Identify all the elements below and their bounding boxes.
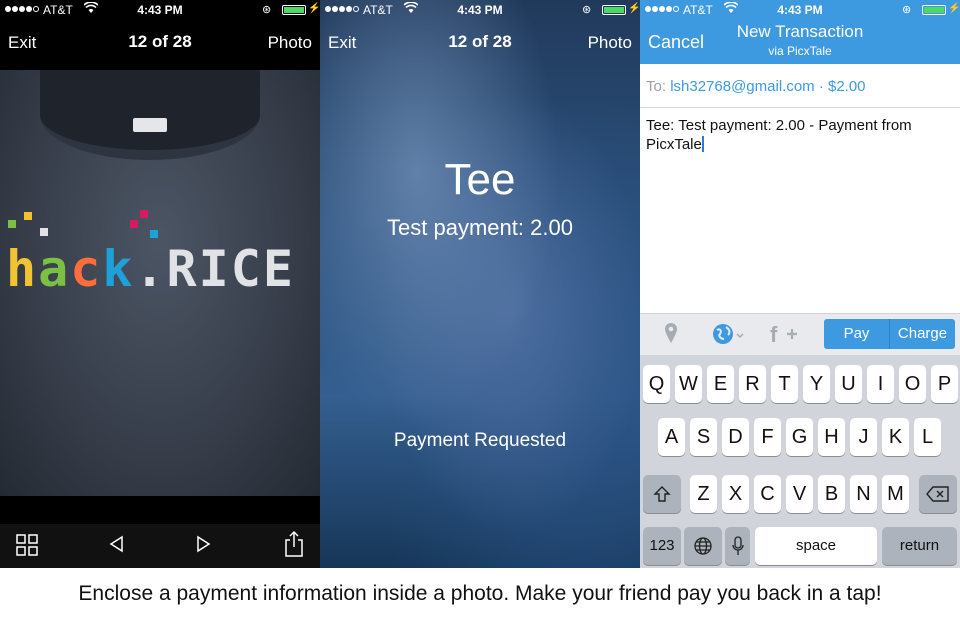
share-icon[interactable] (284, 530, 304, 564)
key-i[interactable]: I (867, 365, 894, 403)
screen-subtitle: via PicxTale (768, 44, 832, 58)
battery-icon (922, 5, 946, 15)
key-u[interactable]: U (835, 365, 862, 403)
battery-icon (282, 5, 306, 15)
nav-bar: Exit 12 of 28 Photo (320, 20, 640, 64)
blurred-photo-background (320, 0, 640, 568)
rotation-lock-icon: ⊛ (902, 4, 912, 16)
shift-key[interactable] (643, 475, 681, 513)
message-field[interactable]: Tee: Test payment: 2.00 - Payment from P… (646, 116, 946, 154)
payment-status[interactable]: Payment Requested (320, 430, 640, 452)
previous-icon[interactable] (108, 534, 124, 560)
globe-icon[interactable] (712, 322, 746, 352)
clock: 4:43 PM (457, 3, 503, 17)
nav-bar: Exit 12 of 28 Photo (0, 20, 320, 64)
photo-button[interactable]: Photo (588, 33, 632, 53)
message-text: Tee: Test payment: 2.00 - Payment from P… (646, 117, 912, 153)
key-e[interactable]: E (707, 365, 734, 403)
key-t[interactable]: T (771, 365, 798, 403)
pay-charge-toggle: Pay Charge (824, 319, 955, 349)
charge-segment[interactable]: Charge (889, 319, 955, 349)
delete-key[interactable] (919, 475, 957, 513)
status-bar: AT&T 4:43 PM ⊛ ⚡ (640, 0, 960, 20)
payment-title: Tee (444, 155, 516, 204)
key-f[interactable]: F (754, 418, 781, 456)
recipient-field[interactable]: To: lsh32768@gmail.com · $2.00 (640, 64, 960, 108)
text-cursor (701, 136, 704, 152)
key-n[interactable]: N (850, 475, 877, 513)
location-icon[interactable] (664, 322, 678, 350)
promo-caption: Enclose a payment information inside a p… (78, 582, 882, 605)
to-label: To: (646, 78, 667, 95)
return-key[interactable]: return (882, 527, 957, 565)
space-key[interactable]: space (755, 527, 877, 565)
key-w[interactable]: W (675, 365, 702, 403)
key-m[interactable]: M (882, 475, 909, 513)
key-l[interactable]: L (914, 418, 941, 456)
battery-icon (602, 5, 626, 15)
shirt-print: hack.RICE (6, 240, 295, 298)
globe-key[interactable] (684, 527, 722, 565)
nav-bar: Cancel New Transaction via PicxTale (640, 20, 960, 64)
recipient-value[interactable]: lsh32768@gmail.com · $2.00 (670, 78, 865, 95)
shirt-tag (133, 118, 167, 132)
keyboard: QWERTYUIOP ASDFGHJKL ZXCVBNM 123 space r… (640, 355, 960, 568)
tshirt-photo: hack.RICE (0, 70, 320, 496)
payment-overlay-screen: AT&T 4:43 PM ⊛ ⚡ Exit 12 of 28 Photo Tee… (320, 0, 640, 568)
key-b[interactable]: B (818, 475, 845, 513)
new-transaction-screen: AT&T 4:43 PM ⊛ ⚡ Cancel New Transaction … (640, 0, 960, 568)
rotation-lock-icon: ⊛ (582, 4, 592, 16)
clock: 4:43 PM (137, 3, 183, 17)
status-bar: AT&T 4:43 PM ⊛ ⚡ (320, 0, 640, 20)
key-a[interactable]: A (658, 418, 685, 456)
shirt-collar (40, 70, 260, 160)
key-p[interactable]: P (931, 365, 958, 403)
facebook-add-icon[interactable]: f (768, 322, 800, 352)
pay-segment[interactable]: Pay (824, 319, 889, 349)
bottom-toolbar (0, 524, 320, 568)
keyboard-accessory-bar: f Pay Charge (640, 313, 960, 355)
charging-icon: ⚡ (628, 3, 640, 14)
key-y[interactable]: Y (803, 365, 830, 403)
key-c[interactable]: C (754, 475, 781, 513)
key-v[interactable]: V (786, 475, 813, 513)
next-icon[interactable] (196, 534, 212, 560)
key-h[interactable]: H (818, 418, 845, 456)
charging-icon: ⚡ (308, 3, 320, 14)
key-g[interactable]: G (786, 418, 813, 456)
screen-title: New Transaction (736, 22, 864, 41)
key-d[interactable]: D (722, 418, 749, 456)
charging-icon: ⚡ (948, 3, 960, 14)
clock: 4:43 PM (777, 3, 823, 17)
key-r[interactable]: R (739, 365, 766, 403)
grid-icon[interactable] (16, 534, 38, 562)
rotation-lock-icon: ⊛ (262, 4, 272, 16)
key-k[interactable]: K (882, 418, 909, 456)
photo-button[interactable]: Photo (268, 33, 312, 53)
key-j[interactable]: J (850, 418, 877, 456)
key-s[interactable]: S (690, 418, 717, 456)
microphone-key[interactable] (725, 527, 750, 565)
key-o[interactable]: O (899, 365, 926, 403)
svg-text:f: f (770, 322, 778, 346)
key-z[interactable]: Z (690, 475, 717, 513)
status-bar: AT&T 4:43 PM ⊛ ⚡ (0, 0, 320, 20)
numbers-key[interactable]: 123 (643, 527, 681, 565)
photo-viewer-screen: AT&T 4:43 PM ⊛ ⚡ Exit 12 of 28 Photo hac… (0, 0, 320, 568)
payment-amount: Test payment: 2.00 (387, 215, 573, 240)
key-x[interactable]: X (722, 475, 749, 513)
key-q[interactable]: Q (643, 365, 670, 403)
